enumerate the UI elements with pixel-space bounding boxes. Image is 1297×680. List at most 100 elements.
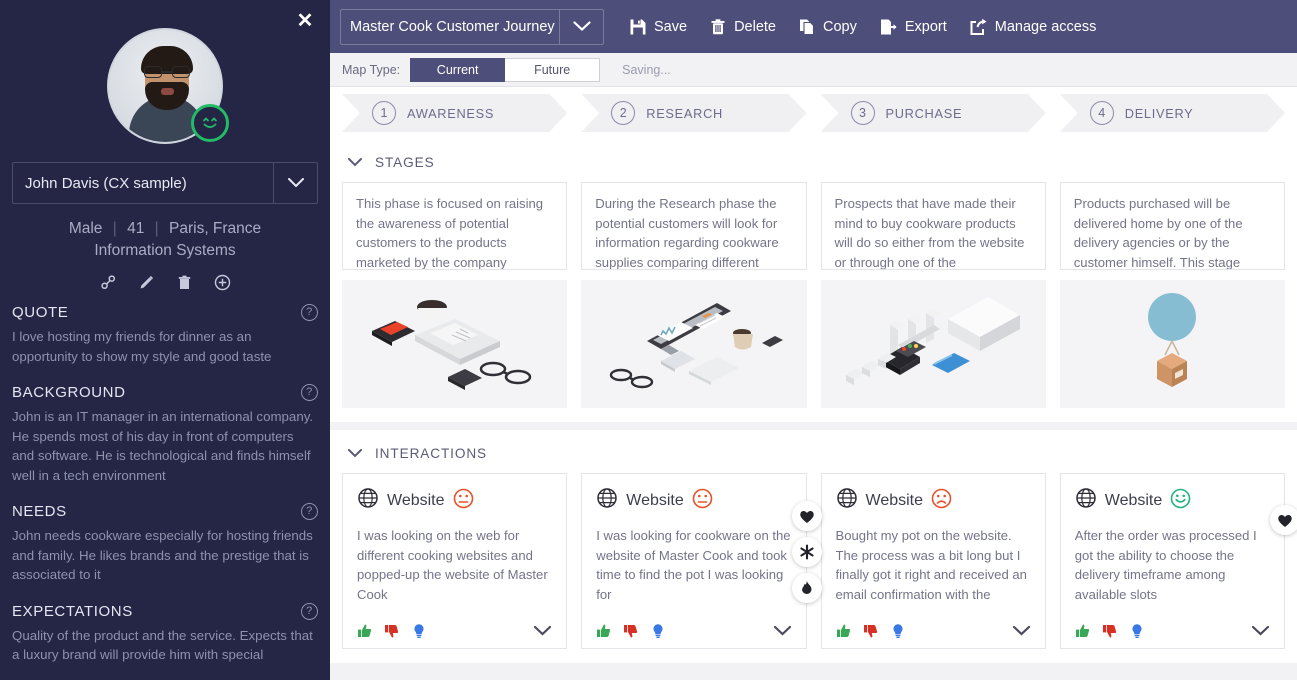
- expand-chevron-down-icon[interactable]: [1251, 625, 1270, 636]
- link-icon[interactable]: [98, 272, 118, 292]
- expand-chevron-down-icon[interactable]: [773, 625, 792, 636]
- sentiment-happy-icon[interactable]: [1170, 488, 1191, 514]
- newspaper-coffee-phone-illustration: [342, 280, 568, 408]
- happy-face-badge[interactable]: [191, 104, 229, 142]
- thumbs-down-icon[interactable]: [1102, 623, 1118, 639]
- persona-selector[interactable]: John Davis (CX sample): [12, 162, 318, 204]
- delete-button[interactable]: Delete: [698, 9, 787, 45]
- avatar[interactable]: [107, 28, 229, 144]
- stage-card[interactable]: This phase is focused on raising the awa…: [342, 182, 568, 270]
- meta-separator: |: [112, 220, 117, 237]
- interaction-footer: [596, 612, 791, 648]
- thumbs-up-icon[interactable]: [836, 623, 852, 639]
- flame-icon[interactable]: [791, 573, 822, 603]
- map-type-bar: Map Type: Current Future Saving...: [330, 53, 1297, 87]
- help-icon[interactable]: ?: [301, 602, 318, 620]
- save-label: Save: [654, 18, 688, 35]
- chevron-down-icon[interactable]: [559, 9, 603, 44]
- lightbulb-icon[interactable]: [1129, 623, 1145, 639]
- lightbulb-icon[interactable]: [411, 623, 427, 639]
- thumbs-up-icon[interactable]: [596, 623, 612, 639]
- interaction-column-3: Website Bought my pot on the website. Th…: [820, 473, 1046, 649]
- interaction-text: I was looking on the web for different c…: [357, 528, 548, 602]
- stage-column-4: Products purchased will be delivered hom…: [1059, 182, 1285, 408]
- stage-card[interactable]: Products purchased will be delivered hom…: [1059, 182, 1285, 270]
- persona-role: Information Systems: [94, 242, 236, 259]
- stages-panel: STAGES This phase is focused on raising …: [330, 139, 1297, 422]
- phase-step-4[interactable]: 4 DELIVERY: [1060, 94, 1285, 132]
- section-text: I love hosting my friends for dinner as …: [12, 329, 272, 364]
- section-title: BACKGROUND: [12, 384, 126, 401]
- persona-section-expectations: EXPECTATIONS ? Quality of the product an…: [12, 602, 318, 665]
- copy-button[interactable]: Copy: [787, 9, 868, 45]
- persona-location: Paris, France: [169, 220, 262, 237]
- journey-map-app: ✕ John Davis (CX sample) Male | 41 | Par…: [0, 0, 1297, 680]
- share-icon: [969, 18, 988, 36]
- help-icon[interactable]: ?: [301, 503, 318, 520]
- globe-icon: [1075, 487, 1097, 514]
- asterisk-icon[interactable]: [791, 537, 822, 567]
- interaction-card[interactable]: Website I was looking on the web for dif…: [342, 473, 568, 649]
- lightbulb-icon[interactable]: [650, 623, 666, 639]
- heart-icon[interactable]: [791, 501, 822, 531]
- phase-step-2[interactable]: 2 RESEARCH: [581, 94, 806, 132]
- map-type-current[interactable]: Current: [410, 57, 506, 82]
- close-icon[interactable]: ✕: [292, 8, 318, 34]
- trash-icon[interactable]: [174, 272, 194, 292]
- meta-separator: |: [154, 220, 159, 237]
- stages-panel-header[interactable]: STAGES: [342, 149, 1285, 182]
- stage-card[interactable]: Prospects that have made their mind to b…: [820, 182, 1046, 270]
- thumbs-up-icon[interactable]: [357, 623, 373, 639]
- chevron-down-icon[interactable]: [348, 449, 362, 458]
- interactions-panel-header[interactable]: INTERACTIONS: [342, 440, 1285, 473]
- export-label: Export: [904, 18, 947, 35]
- toolbar: Master Cook Customer Journey (CX S... Sa…: [330, 0, 1297, 53]
- interaction-channel: Website: [1104, 491, 1163, 509]
- thumbs-up-icon[interactable]: [1075, 623, 1091, 639]
- pos-terminal-card-illustration: [820, 280, 1046, 408]
- phase-step-3[interactable]: 3 PURCHASE: [821, 94, 1046, 132]
- plus-circle-icon[interactable]: [212, 272, 232, 292]
- map-title: Master Cook Customer Journey (CX S...: [350, 18, 559, 35]
- help-icon[interactable]: ?: [301, 384, 318, 401]
- thumbs-down-icon[interactable]: [384, 623, 400, 639]
- section-title: QUOTE: [12, 304, 69, 321]
- expand-chevron-down-icon[interactable]: [533, 625, 552, 636]
- phase-label: AWARENESS: [407, 105, 495, 121]
- sentiment-neutral-icon[interactable]: [692, 488, 713, 514]
- stage-column-1: This phase is focused on raising the awa…: [342, 182, 568, 408]
- expand-chevron-down-icon[interactable]: [1012, 625, 1031, 636]
- interaction-card[interactable]: Website After the order was processed I …: [1059, 473, 1285, 649]
- map-title-selector[interactable]: Master Cook Customer Journey (CX S...: [340, 8, 604, 45]
- heart-icon[interactable]: [1270, 505, 1297, 535]
- help-icon[interactable]: ?: [301, 304, 318, 321]
- thumbs-down-icon[interactable]: [623, 623, 639, 639]
- interaction-footer: [836, 612, 1031, 648]
- persona-section-quote: QUOTE ? I love hosting my friends for di…: [12, 304, 318, 366]
- save-button[interactable]: Save: [618, 9, 698, 45]
- chevron-down-icon[interactable]: [273, 163, 317, 203]
- thumbs-down-icon[interactable]: [863, 623, 879, 639]
- interaction-footer: [357, 612, 552, 648]
- copy-label: Copy: [822, 18, 857, 35]
- sentiment-sad-icon[interactable]: [931, 488, 952, 514]
- chevron-down-icon[interactable]: [348, 158, 362, 167]
- lightbulb-icon[interactable]: [890, 623, 906, 639]
- section-text: Quality of the product and the service. …: [12, 627, 313, 663]
- section-text: John is an IT manager in an internationa…: [12, 409, 314, 483]
- sentiment-neutral-icon[interactable]: [453, 488, 474, 514]
- map-type-future[interactable]: Future: [505, 57, 601, 82]
- stage-card[interactable]: During the Research phase the potential …: [581, 182, 807, 270]
- interaction-card[interactable]: Website I was looking for cookware on th…: [581, 473, 807, 649]
- stages-columns: This phase is focused on raising the awa…: [342, 182, 1285, 408]
- section-text: John needs cookware especially for hosti…: [12, 528, 313, 582]
- interaction-text: After the order was processed I got the …: [1074, 528, 1257, 602]
- export-button[interactable]: Export: [868, 9, 958, 45]
- phase-step-1[interactable]: 1 AWARENESS: [342, 94, 567, 132]
- manage-access-button[interactable]: Manage access: [958, 9, 1108, 45]
- edit-pencil-icon[interactable]: [136, 272, 156, 292]
- persona-meta: Male | 41 | Paris, France Information Sy…: [0, 218, 330, 262]
- interaction-card[interactable]: Website Bought my pot on the website. Th…: [820, 473, 1046, 649]
- persona-gender: Male: [68, 220, 103, 237]
- delete-label: Delete: [734, 18, 776, 35]
